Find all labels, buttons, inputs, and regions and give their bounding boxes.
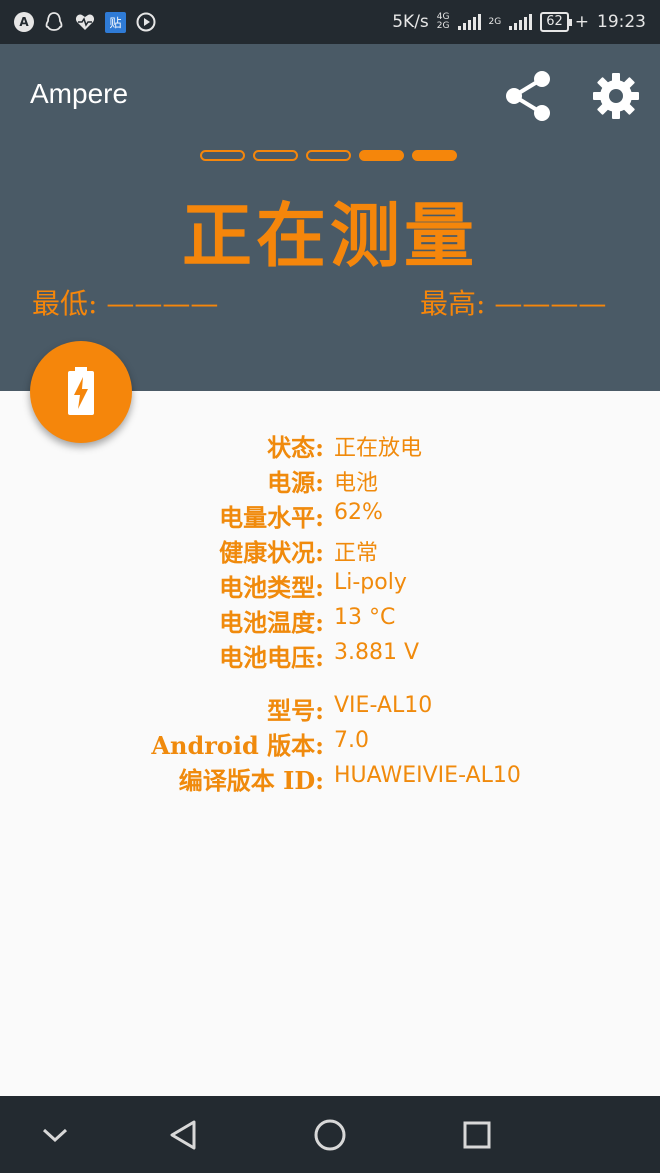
progress-dot [253,150,298,161]
level-label: 电量水平: [219,503,324,532]
charging-plus-icon: + [574,12,589,32]
health-label: 健康状况: [219,538,324,567]
signal-icon [457,14,481,30]
build-id-label: 编译版本 ID: [178,766,324,795]
a-circle-icon: A [14,12,34,32]
system-indicators: 5K/s 4G 2G 2G 62 + 19:23 [392,12,646,32]
progress-dot [359,150,404,161]
status-value: 正在放电 [334,436,423,461]
battery-icon: 62 [540,12,572,32]
voltage-value: 3.881 V [334,640,420,665]
progress-dot [412,150,457,161]
recents-square-icon [463,1121,491,1149]
temperature-value: 13 °C [334,605,396,630]
health-value: 正常 [334,541,379,566]
status-bar: A 贴 5K/s 4G 2G 2G 62 + 19:23 [0,0,660,44]
voltage-label: 电池电压: [219,643,324,672]
info-row-android: Android 版本: 7.0 [0,726,660,760]
build-id-value: HUAWEIVIE-AL10 [334,763,521,788]
heart-icon [74,11,96,33]
clock: 19:23 [597,12,646,32]
status-label: 状态: [267,433,324,462]
battery-charging-icon [68,367,94,415]
battery-type-value: Li-poly [334,570,407,595]
android-version-label: Android 版本: [151,731,324,760]
info-row-type: 电池类型: Li-poly [0,568,660,602]
video-icon [135,11,157,33]
info-row-power: 电源: 电池 [0,463,660,497]
model-value: VIE-AL10 [334,693,433,718]
info-row-temperature: 电池温度: 13 °C [0,603,660,637]
measuring-headline: 正在测量 [182,194,478,277]
info-row-health: 健康状况: 正常 [0,533,660,567]
min-reading: 最低: ———— [32,287,219,320]
app-header: Ampere 正在测量 最低: ———— 最高: ———— [0,44,660,391]
sticker-icon: 贴 [105,11,126,33]
model-label: 型号: [267,696,324,725]
settings-button[interactable] [588,68,644,124]
hide-nav-button[interactable] [30,1110,80,1160]
back-button[interactable] [158,1110,208,1160]
info-row-status: 状态: 正在放电 [0,428,660,462]
power-value: 电池 [334,471,379,496]
info-row-build: 编译版本 ID: HUAWEIVIE-AL10 [0,761,660,795]
network-type-2: 2G [488,16,502,27]
battery-type-label: 电池类型: [219,573,324,602]
power-label: 电源: [267,468,324,497]
home-button[interactable] [305,1110,355,1160]
info-row-voltage: 电池电压: 3.881 V [0,638,660,672]
home-circle-icon [314,1119,346,1151]
progress-dot [200,150,245,161]
chevron-down-icon [42,1128,68,1143]
level-value: 62% [334,500,383,525]
share-icon [506,71,550,121]
progress-dot [306,150,351,161]
notification-icons: A 贴 [14,11,157,33]
info-row-model: 型号: VIE-AL10 [0,691,660,725]
qq-icon [43,11,65,33]
signal-icon-2 [509,14,533,30]
network-type-bottom: 2G [436,21,450,31]
navigation-bar [0,1096,660,1173]
share-button[interactable] [500,68,556,124]
net-speed: 5K/s [392,12,429,32]
app-title: Ampere [30,78,129,109]
network-type: 4G 2G [437,13,450,31]
recents-button[interactable] [452,1110,502,1160]
back-triangle-icon [170,1120,196,1150]
gear-icon [593,73,639,119]
max-reading: 最高: ———— [420,287,607,320]
temperature-label: 电池温度: [219,608,324,637]
info-row-level: 电量水平: 62% [0,498,660,532]
progress-dots [200,150,457,161]
android-version-value: 7.0 [334,728,369,753]
